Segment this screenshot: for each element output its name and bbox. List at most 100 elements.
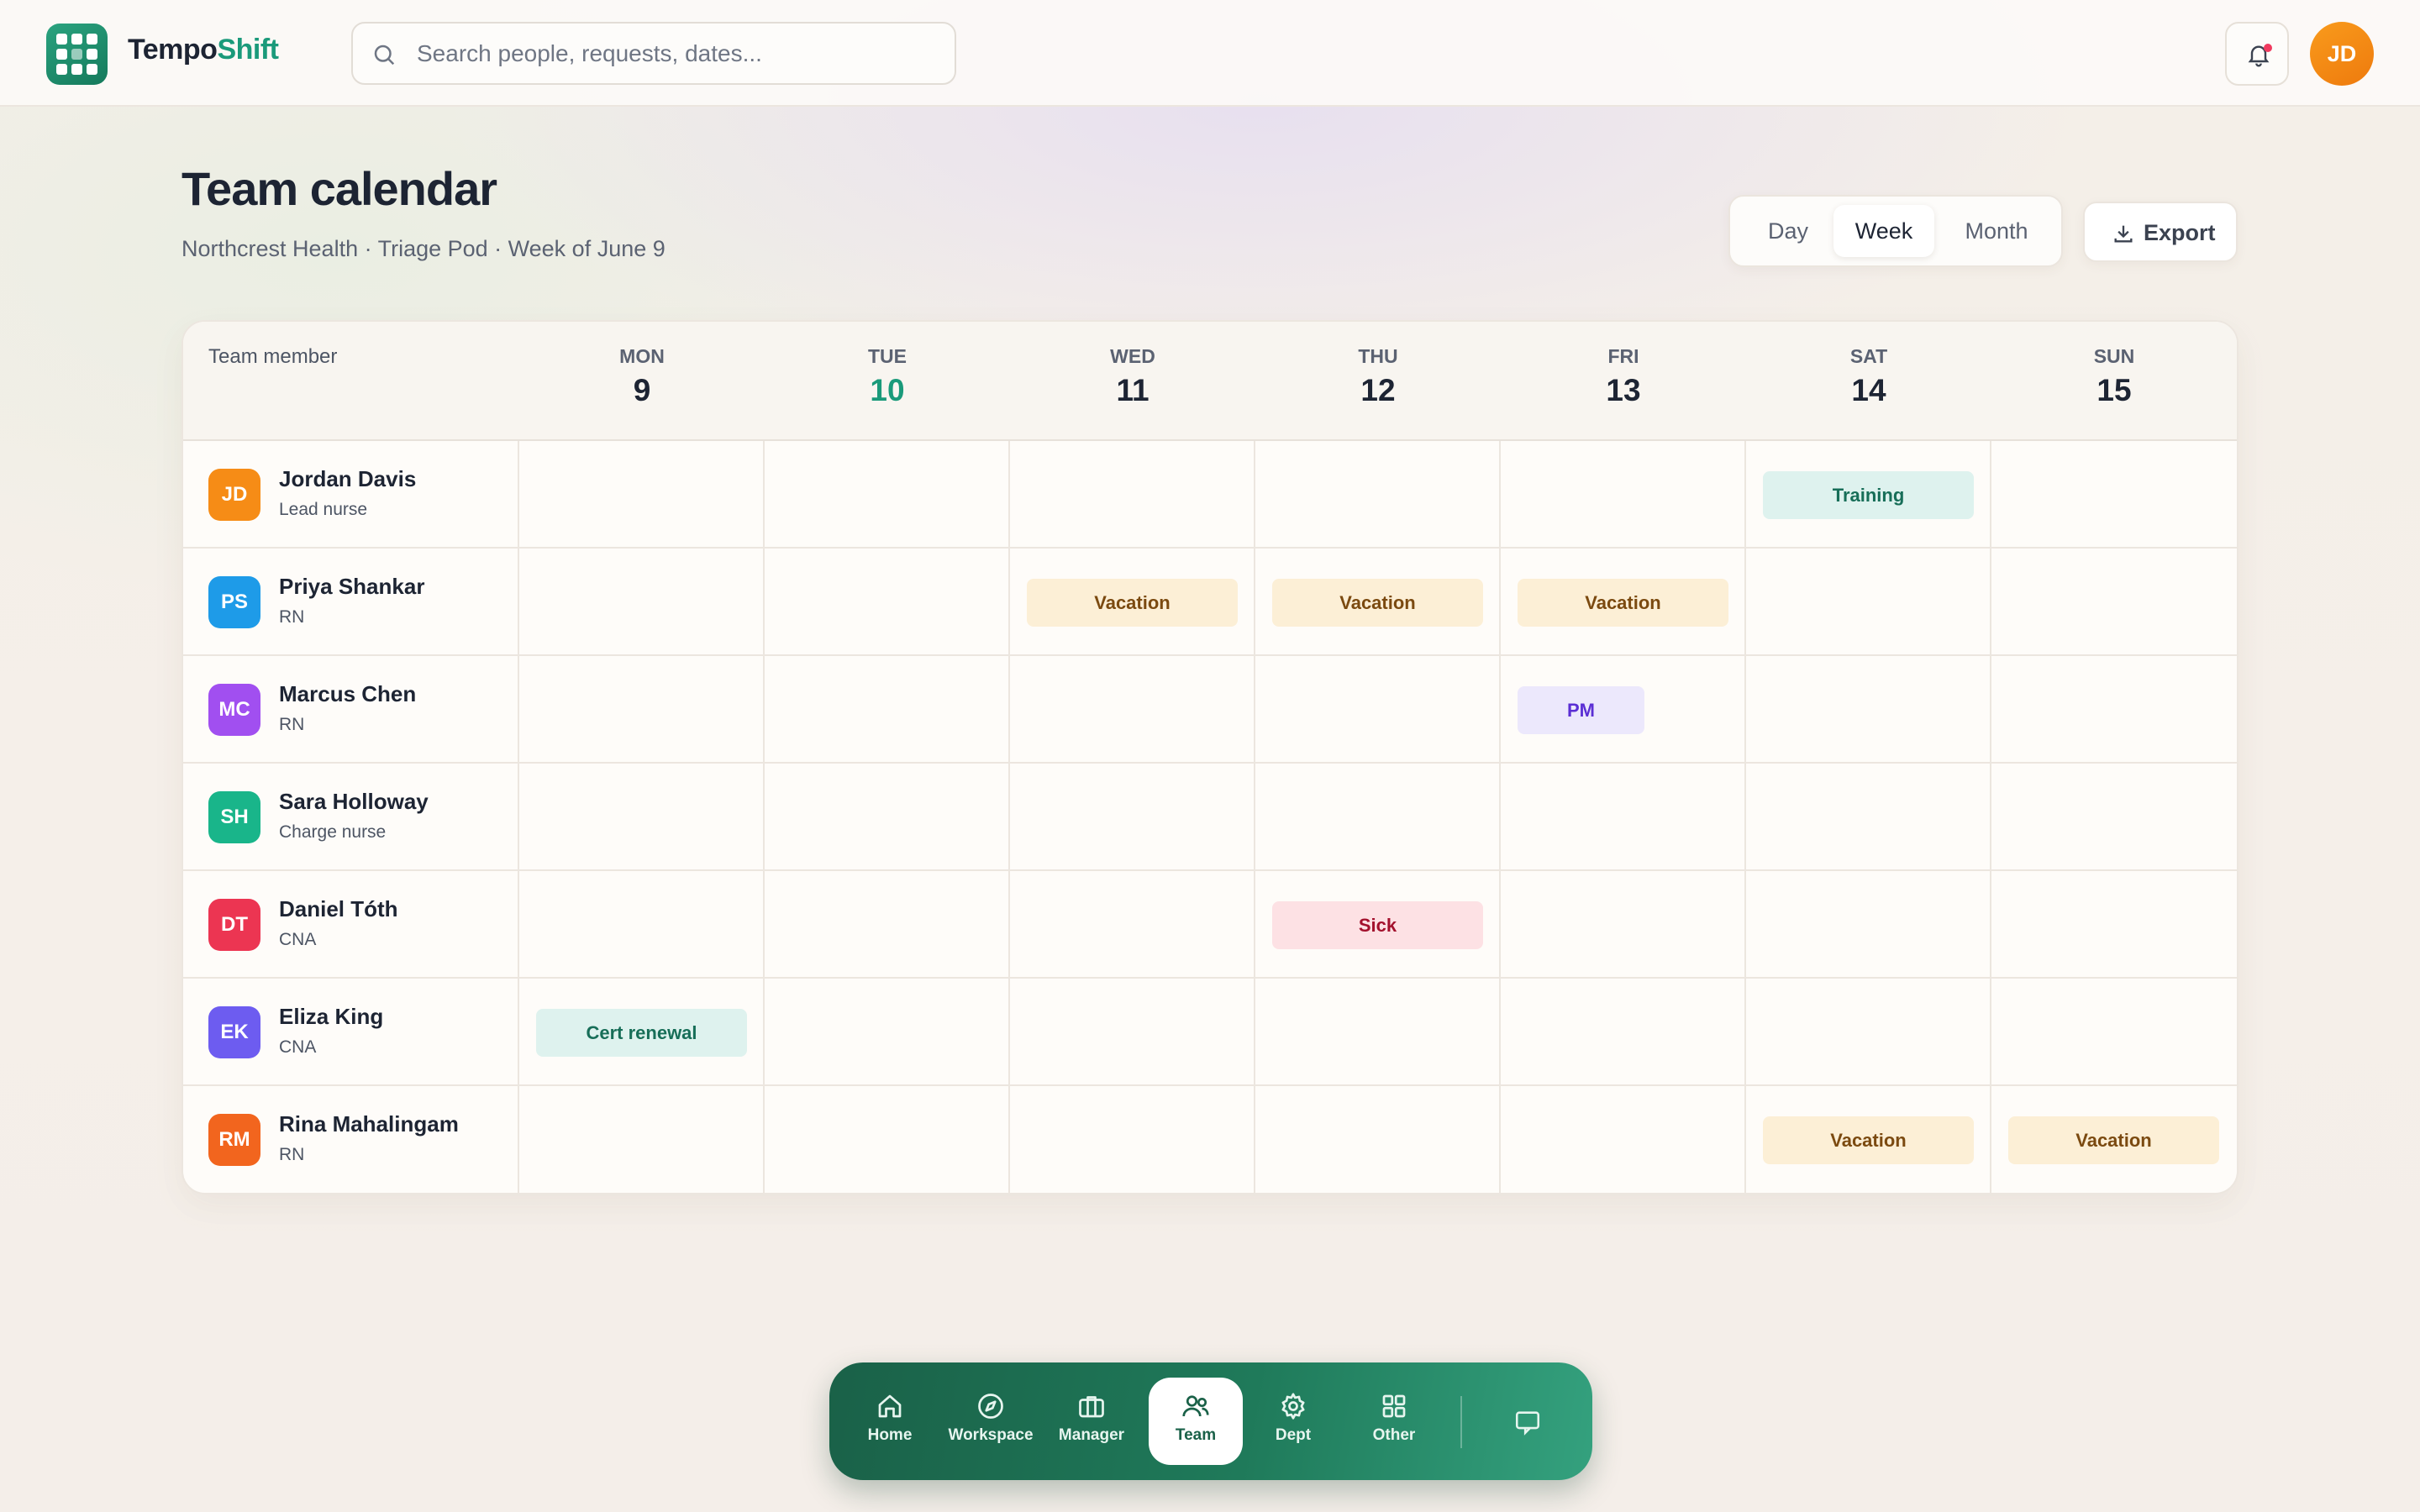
member-info[interactable]: EK Eliza King CNA xyxy=(183,979,519,1086)
member-avatar: MC xyxy=(208,684,260,736)
day-cell[interactable] xyxy=(1746,979,1991,1086)
day-cell[interactable]: Vacation xyxy=(1010,549,1255,656)
event-chip-vacation[interactable]: Vacation xyxy=(1763,1116,1974,1164)
day-cell[interactable] xyxy=(1501,441,1746,549)
member-row: PS Priya Shankar RN Vacation Vacation Vacatio… xyxy=(183,549,2237,656)
member-info[interactable]: RM Rina Mahalingam RN xyxy=(183,1086,519,1193)
day-cell[interactable] xyxy=(1501,1086,1746,1193)
day-cell[interactable] xyxy=(1255,979,1501,1086)
calendar-header: Team member MON 9 TUE 10 WED 11 THU 12 FRI 13 SAT 1… xyxy=(183,322,2237,441)
member-info[interactable]: MC Marcus Chen RN xyxy=(183,656,519,764)
event-chip-cert[interactable]: Cert renewal xyxy=(536,1009,747,1057)
day-cell[interactable] xyxy=(765,871,1010,979)
logo-icon[interactable] xyxy=(46,24,108,85)
day-cell[interactable] xyxy=(1255,1086,1501,1193)
member-name: Marcus Chen xyxy=(279,681,417,706)
nav-other[interactable]: Other xyxy=(1347,1378,1441,1465)
member-info[interactable]: SH Sara Holloway Charge nurse xyxy=(183,764,519,871)
day-cell[interactable]: Vacation xyxy=(1746,1086,1991,1193)
day-name: MON xyxy=(619,345,665,367)
day-cell[interactable]: Vacation xyxy=(1991,1086,2237,1193)
day-cell[interactable] xyxy=(519,764,765,871)
day-cell[interactable] xyxy=(1746,764,1991,871)
day-cell[interactable] xyxy=(519,871,765,979)
day-cell[interactable] xyxy=(1746,656,1991,764)
event-chip-training[interactable]: Training xyxy=(1763,471,1974,519)
day-cell[interactable] xyxy=(765,441,1010,549)
briefcase-icon xyxy=(1079,1396,1104,1418)
day-header-thu: THU 12 xyxy=(1255,345,1501,408)
nav-divider xyxy=(1460,1396,1462,1448)
member-info[interactable]: JD Jordan Davis Lead nurse xyxy=(183,441,519,549)
day-cell[interactable] xyxy=(1746,871,1991,979)
view-day-button[interactable]: Day xyxy=(1752,205,1824,257)
day-cell[interactable] xyxy=(519,1086,765,1193)
nav-workspace[interactable]: Workspace xyxy=(944,1378,1038,1465)
day-cell[interactable] xyxy=(1010,764,1255,871)
event-chip-sick[interactable]: Sick xyxy=(1272,901,1483,949)
search-input[interactable] xyxy=(417,34,938,74)
day-cell[interactable] xyxy=(1501,979,1746,1086)
day-cell[interactable]: Sick xyxy=(1255,871,1501,979)
day-cell[interactable] xyxy=(765,656,1010,764)
grid-icon xyxy=(1382,1394,1406,1418)
export-button[interactable]: Export xyxy=(2083,202,2238,262)
day-cell[interactable] xyxy=(1991,871,2237,979)
day-cell[interactable] xyxy=(1255,441,1501,549)
event-chip-vacation[interactable]: Vacation xyxy=(1518,579,1728,627)
day-cell[interactable] xyxy=(1991,764,2237,871)
day-cell[interactable] xyxy=(1010,441,1255,549)
view-month-button[interactable]: Month xyxy=(1947,205,2046,257)
day-cell[interactable] xyxy=(1991,979,2237,1086)
day-cell[interactable]: Vacation xyxy=(1501,549,1746,656)
nav-team[interactable]: Team xyxy=(1149,1378,1243,1465)
day-number: 10 xyxy=(870,373,905,407)
day-cell[interactable] xyxy=(1010,656,1255,764)
member-info[interactable]: PS Priya Shankar RN xyxy=(183,549,519,656)
team-calendar: Team member MON 9 TUE 10 WED 11 THU 12 FRI 13 SAT 1… xyxy=(182,320,2238,1194)
search-box[interactable] xyxy=(351,22,956,85)
event-chip-vacation[interactable]: Vacation xyxy=(1272,579,1483,627)
day-cell[interactable] xyxy=(765,979,1010,1086)
user-avatar[interactable]: JD xyxy=(2310,22,2374,86)
day-cell[interactable] xyxy=(1501,764,1746,871)
day-cell[interactable] xyxy=(765,764,1010,871)
event-chip-pm[interactable]: PM xyxy=(1518,686,1644,734)
member-row: MC Marcus Chen RN PM xyxy=(183,656,2237,764)
nav-home[interactable]: Home xyxy=(843,1378,937,1465)
day-cell[interactable] xyxy=(1010,871,1255,979)
day-cell[interactable] xyxy=(1010,979,1255,1086)
member-info[interactable]: DT Daniel Tóth CNA xyxy=(183,871,519,979)
day-number: 12 xyxy=(1360,373,1396,407)
chat-button[interactable] xyxy=(1483,1378,1570,1465)
day-cell[interactable] xyxy=(1746,549,1991,656)
day-cell[interactable] xyxy=(1991,549,2237,656)
day-cell[interactable] xyxy=(519,656,765,764)
event-chip-vacation[interactable]: Vacation xyxy=(1027,579,1238,627)
brand-name: TempoShift xyxy=(128,34,279,66)
nav-manager[interactable]: Manager xyxy=(1044,1378,1139,1465)
day-cell[interactable] xyxy=(1501,871,1746,979)
member-row: DT Daniel Tóth CNA Sick xyxy=(183,871,2237,979)
day-cell[interactable]: Cert renewal xyxy=(519,979,765,1086)
nav-label: Home xyxy=(867,1426,913,1444)
event-chip-vacation[interactable]: Vacation xyxy=(2008,1116,2219,1164)
day-cell[interactable]: Vacation xyxy=(1255,549,1501,656)
member-name: Rina Mahalingam xyxy=(279,1111,459,1137)
notifications-button[interactable] xyxy=(2225,22,2289,86)
day-cell[interactable] xyxy=(1255,764,1501,871)
day-cell[interactable] xyxy=(1991,656,2237,764)
day-cell[interactable] xyxy=(519,549,765,656)
day-name: FRI xyxy=(1607,345,1639,367)
day-cell[interactable] xyxy=(1010,1086,1255,1193)
day-cell[interactable] xyxy=(765,1086,1010,1193)
day-cell[interactable] xyxy=(765,549,1010,656)
member-name: Daniel Tóth xyxy=(279,896,398,921)
day-cell[interactable] xyxy=(1255,656,1501,764)
day-cell[interactable] xyxy=(1991,441,2237,549)
day-cell[interactable] xyxy=(519,441,765,549)
view-week-button[interactable]: Week xyxy=(1833,205,1934,257)
nav-dept[interactable]: Dept xyxy=(1246,1378,1340,1465)
day-cell[interactable]: Training xyxy=(1746,441,1991,549)
day-cell[interactable]: PM xyxy=(1501,656,1746,764)
